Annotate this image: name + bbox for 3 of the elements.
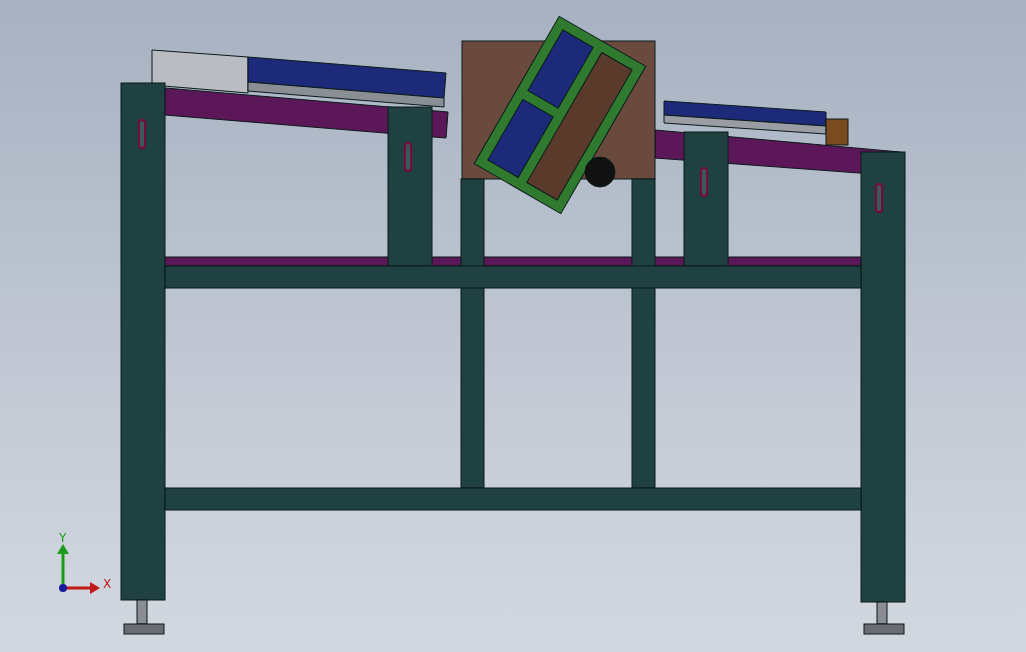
axis-triad-icon bbox=[57, 544, 100, 594]
axis-label: Y bbox=[59, 531, 67, 545]
axis-label: X bbox=[103, 577, 112, 591]
